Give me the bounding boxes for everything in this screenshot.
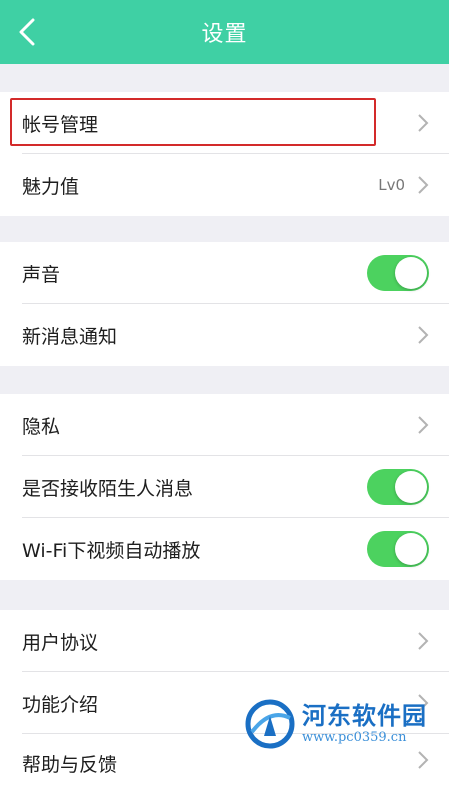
settings-row-charm[interactable]: 魅力值 Lv0 xyxy=(0,154,449,216)
settings-row-notifications[interactable]: 新消息通知 xyxy=(0,304,449,366)
chevron-right-icon xyxy=(417,415,429,435)
settings-row-privacy[interactable]: 隐私 xyxy=(0,394,449,456)
settings-row-wifi-autoplay: Wi-Fi下视频自动播放 xyxy=(0,518,449,580)
toggle-knob xyxy=(395,257,427,289)
row-label: 声音 xyxy=(22,263,61,286)
row-label: 帐号管理 xyxy=(22,113,99,136)
watermark-url: www.pc0359.cn xyxy=(302,730,407,745)
settings-row-account[interactable]: 帐号管理 xyxy=(0,92,449,154)
settings-row-user-agreement[interactable]: 用户协议 xyxy=(0,610,449,672)
chevron-left-icon xyxy=(19,18,35,46)
watermark-logo: 河东软件园 www.pc0359.cn xyxy=(244,694,444,754)
page-title: 设置 xyxy=(201,22,248,47)
chevron-right-icon xyxy=(417,113,429,133)
toggle-knob xyxy=(395,533,427,565)
settings-row-sound: 声音 xyxy=(0,242,449,304)
sound-toggle[interactable] xyxy=(367,255,429,291)
row-label: 魅力值 xyxy=(22,175,80,198)
row-label: 帮助与反馈 xyxy=(22,754,118,776)
watermark-logo-icon xyxy=(245,699,295,749)
stranger-messages-toggle[interactable] xyxy=(367,469,429,505)
chevron-right-icon xyxy=(417,175,429,195)
chevron-right-icon xyxy=(417,325,429,345)
back-button[interactable] xyxy=(10,14,44,50)
row-label: Wi-Fi下视频自动播放 xyxy=(22,539,201,562)
chevron-right-icon xyxy=(417,631,429,651)
row-label: 用户协议 xyxy=(22,631,99,654)
header-bar: 设置 xyxy=(0,0,449,64)
settings-row-stranger-messages: 是否接收陌生人消息 xyxy=(0,456,449,518)
watermark-name: 河东软件园 xyxy=(302,702,427,730)
row-label: 隐私 xyxy=(22,415,61,438)
toggle-knob xyxy=(395,471,427,503)
wifi-autoplay-toggle[interactable] xyxy=(367,531,429,567)
row-label: 是否接收陌生人消息 xyxy=(22,477,194,500)
row-label: 新消息通知 xyxy=(22,325,118,348)
charm-level-value: Lv0 xyxy=(378,176,405,194)
